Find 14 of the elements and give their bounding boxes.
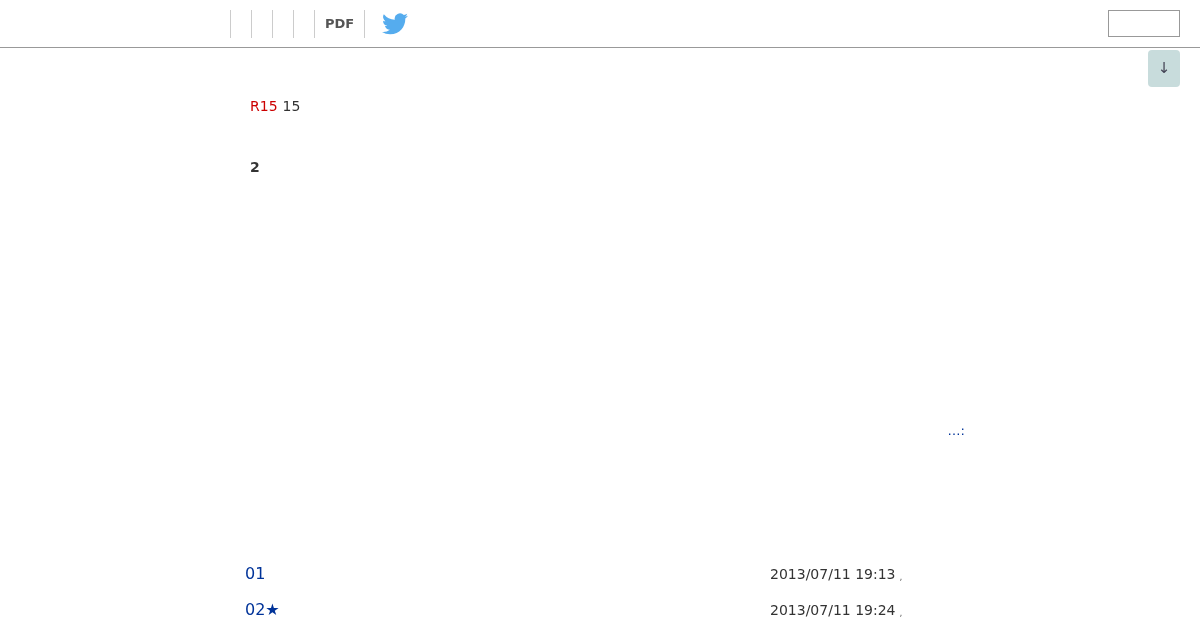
pdf-link[interactable]: PDF bbox=[314, 9, 366, 38]
episode-link[interactable]: 02★ bbox=[245, 598, 770, 622]
episode-link[interactable]: 01 bbox=[245, 562, 770, 586]
scroll-down-button[interactable]: ↓ bbox=[1148, 50, 1180, 87]
episode-date: 2013/07/11 19:24 bbox=[770, 600, 896, 620]
search-field[interactable] bbox=[1108, 10, 1180, 37]
revision-mark: , bbox=[899, 606, 903, 620]
episode-date: 2013/07/11 19:13 bbox=[770, 564, 896, 584]
bird-icon[interactable] bbox=[382, 12, 409, 35]
rating-tag: R15 bbox=[250, 96, 278, 117]
revision-mark: , bbox=[899, 570, 903, 584]
rating-age: 15 bbox=[282, 97, 301, 116]
chapter-count: 2 bbox=[250, 159, 260, 175]
more-link[interactable]: …: bbox=[947, 420, 965, 440]
